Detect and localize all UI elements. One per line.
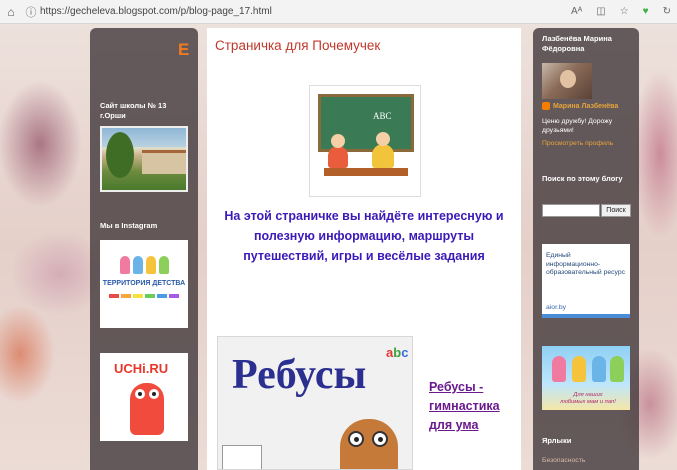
author-name: Лазбенёва Марина Фёдоровна — [542, 34, 612, 53]
kid-figure — [158, 256, 169, 274]
kid-figure — [610, 356, 624, 382]
label-item[interactable]: Безопасность — [542, 457, 585, 464]
split-screen-icon[interactable]: ◫ — [596, 6, 605, 17]
owl-illustration — [340, 419, 398, 469]
banner-text: Единый информационно-образовательный рес… — [546, 252, 626, 276]
author-photo[interactable] — [542, 63, 592, 99]
building-shape — [142, 150, 186, 174]
search-input[interactable] — [542, 204, 600, 217]
profile-row[interactable]: Марина Лазбенёва — [542, 102, 618, 110]
rebus-image-title: Ребусы — [232, 352, 367, 398]
main-content: Страничка для Почемучек ABC На этой стра… — [207, 28, 521, 470]
uchi-ru-logo: UCHi.RU — [114, 361, 169, 376]
instagram-widget-title: Мы в Instagram — [100, 221, 158, 230]
classroom-image[interactable]: ABC — [309, 85, 421, 197]
home-icon[interactable]: ⌂ — [0, 5, 22, 19]
about-text: Ценю дружбу! Дорожу друзьями! — [542, 118, 613, 134]
browser-toolbar: ⌂ ⓘ https://gecheleva.blogspot.com/p/blo… — [0, 0, 677, 24]
kid-figure — [592, 356, 606, 382]
board-text: ABC — [373, 111, 392, 121]
rebus-image[interactable]: Ребусы abc — [217, 336, 413, 470]
kid-figure — [145, 256, 156, 274]
abc-letters: abc — [386, 345, 409, 360]
schoolboy-figure — [372, 132, 394, 168]
education-banner[interactable]: Единый информационно-образовательный рес… — [542, 244, 630, 318]
parents-banner-text: Для наших любимых мам и пап! — [560, 392, 616, 405]
instagram-image-text: ТЕРРИТОРИЯ ДЕТСТВА — [102, 280, 186, 287]
banner-site: aior.by — [546, 304, 567, 311]
rebus-link[interactable]: Ребусы - гимнастика для ума — [429, 378, 519, 435]
tree-shape — [106, 132, 134, 178]
labels-title: Ярлыки — [542, 436, 572, 445]
read-aloud-icon[interactable]: Aᴬ — [571, 6, 582, 17]
page-title: Страничка для Почемучек — [215, 38, 381, 53]
blog-logo[interactable]: E — [178, 40, 189, 60]
intro-text: На этой страничке вы найдёте интересную … — [224, 209, 504, 263]
site-info-icon[interactable]: ⓘ — [22, 4, 40, 20]
right-sidebar: Лазбенёва Марина Фёдоровна Марина Лазбен… — [533, 28, 639, 470]
kid-figure — [119, 256, 130, 274]
extension-icon[interactable]: ♥ — [643, 6, 649, 17]
search-button[interactable]: Поиск — [601, 204, 631, 217]
school-widget-title: Сайт школы № 13 г.Орши — [100, 101, 167, 120]
profile-name[interactable]: Марина Лазбенёва — [553, 103, 618, 110]
instagram-image[interactable]: ТЕРРИТОРИЯ ДЕТСТВА — [100, 240, 188, 328]
kids-illustration — [100, 256, 188, 274]
desk-shape — [324, 168, 408, 176]
browser-actions: Aᴬ ◫ ☆ ♥ ↻ — [571, 6, 677, 17]
dragon-mascot — [130, 383, 164, 435]
search-title: Поиск по этому блогу — [542, 174, 623, 183]
parents-banner[interactable]: Для наших любимых мам и пап! — [542, 346, 630, 410]
refresh-icon[interactable]: ↻ — [663, 6, 671, 17]
kid-figure — [572, 356, 586, 382]
view-profile-link[interactable]: Просмотреть профиль — [542, 140, 613, 147]
kid-figure — [552, 356, 566, 382]
schoolgirl-figure — [328, 134, 348, 168]
school-photo[interactable] — [100, 126, 188, 192]
left-sidebar: E Сайт школы № 13 г.Орши Мы в Instagram … — [90, 28, 198, 470]
favorites-icon[interactable]: ☆ — [620, 6, 629, 17]
color-bar — [100, 294, 188, 298]
address-bar[interactable]: https://gecheleva.blogspot.com/p/blog-pa… — [40, 6, 571, 17]
computer-illustration — [222, 445, 262, 469]
kid-figure — [132, 256, 143, 274]
uchi-ru-image[interactable]: UCHi.RU — [100, 353, 188, 441]
blogger-icon — [542, 102, 550, 110]
